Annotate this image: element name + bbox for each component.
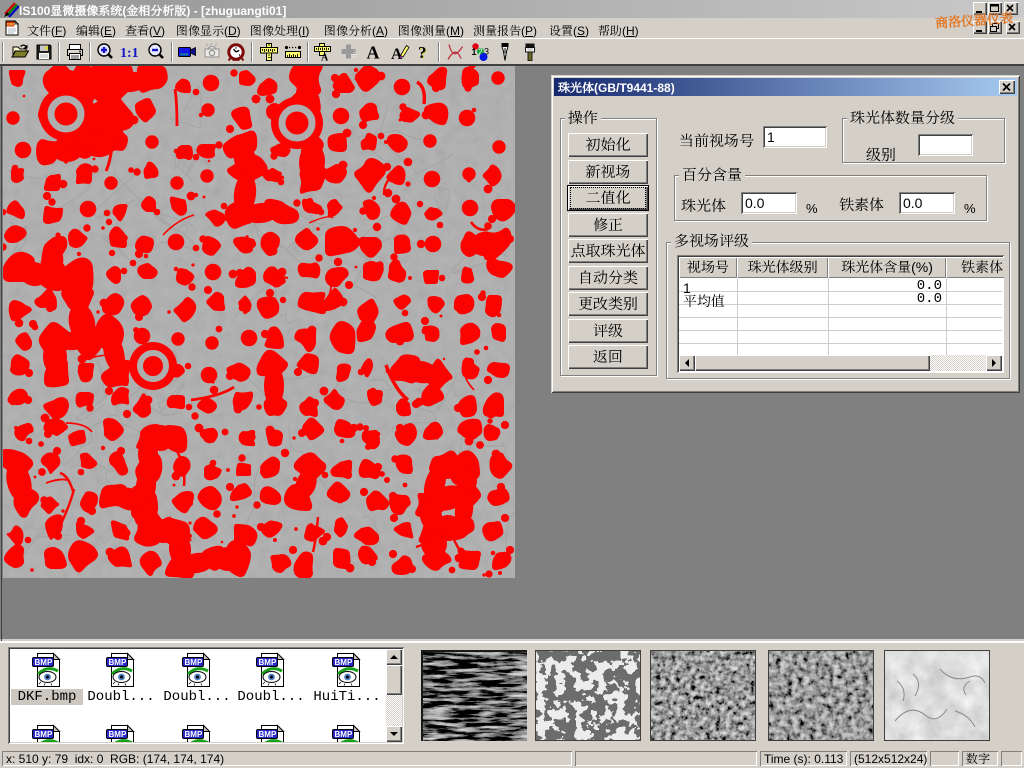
svg-text:BMP: BMP (334, 658, 352, 667)
svg-text:BMP: BMP (184, 730, 202, 739)
svg-text:DOC: DOC (7, 23, 15, 27)
svg-text:BMP: BMP (108, 730, 126, 739)
svg-text:A: A (321, 53, 329, 63)
svg-text:BMP: BMP (108, 658, 126, 667)
svg-text:A: A (367, 43, 380, 63)
svg-text:1:1: 1:1 (120, 46, 139, 61)
svg-text:BMP: BMP (258, 658, 276, 667)
svg-text:1: 1 (472, 47, 477, 57)
svg-text:?: ? (418, 43, 427, 62)
svg-text:BMP: BMP (34, 730, 52, 739)
svg-text:BMP: BMP (34, 658, 52, 667)
svg-text:BMP: BMP (184, 658, 202, 667)
svg-text:BMP: BMP (258, 730, 276, 739)
svg-text:BMP: BMP (334, 730, 352, 739)
